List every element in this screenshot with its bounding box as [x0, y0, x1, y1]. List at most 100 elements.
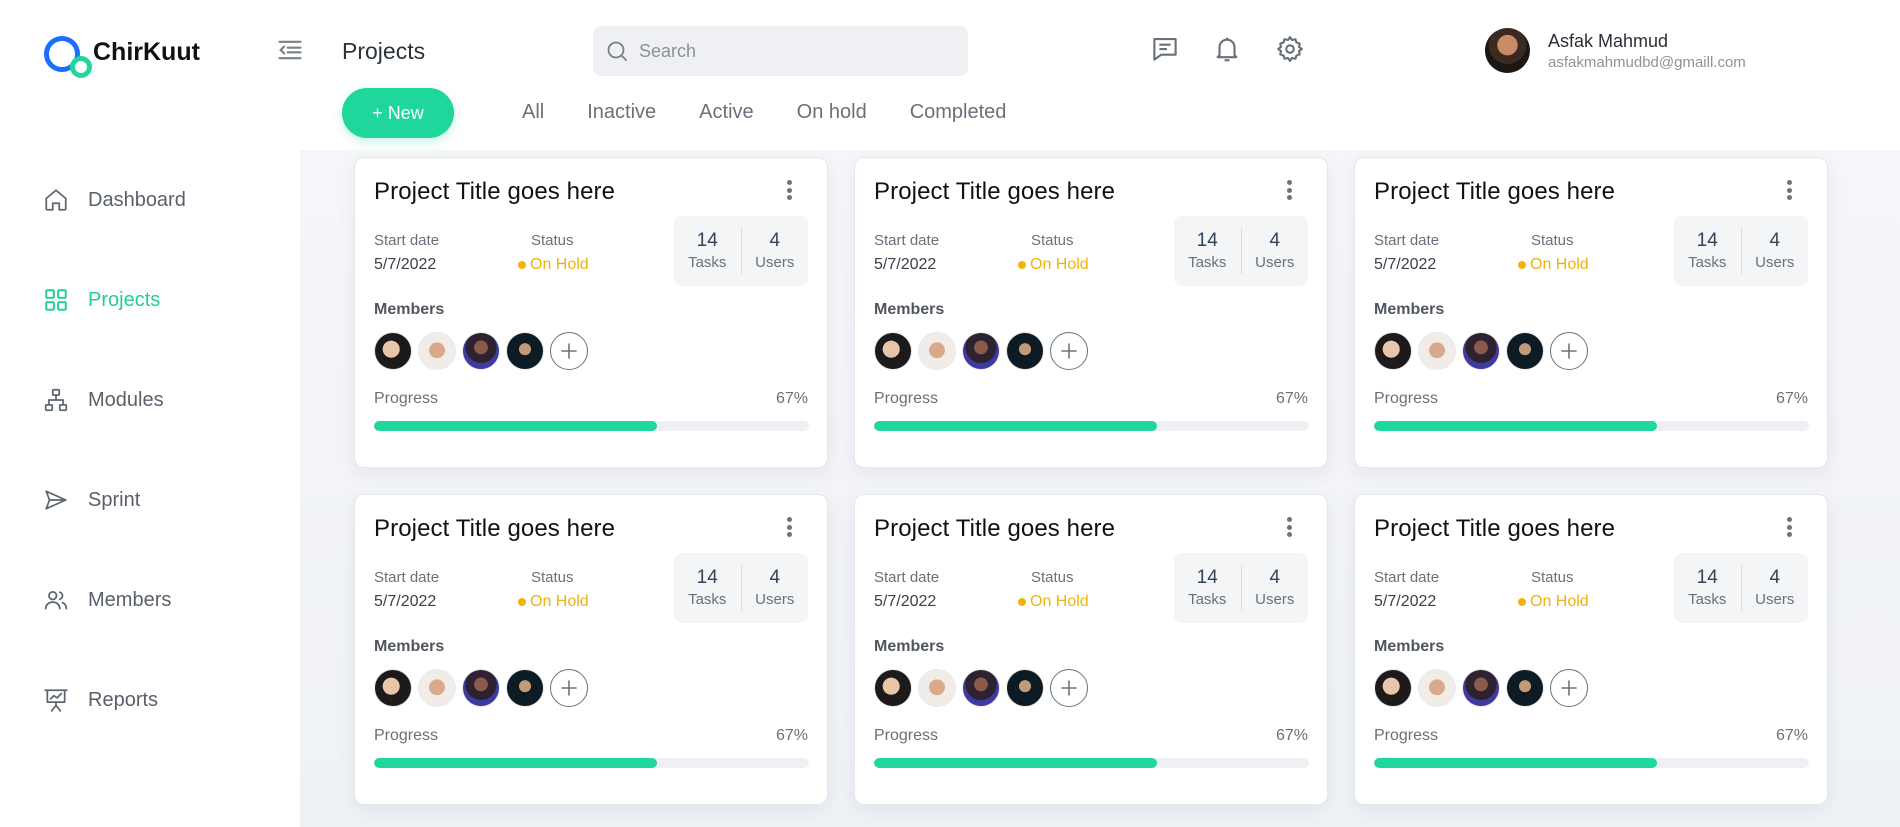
- member-avatar[interactable]: [1006, 669, 1044, 707]
- user-profile[interactable]: Asfak Mahmud asfakmahmudbd@gmaill.com: [1485, 28, 1746, 73]
- search-bar[interactable]: [593, 26, 968, 76]
- status-value: On Hold: [1530, 593, 1589, 610]
- progress-label: Progress: [374, 390, 439, 407]
- brand-name: ChirKuut: [93, 38, 200, 66]
- more-options-icon[interactable]: [1785, 515, 1793, 539]
- start-date-label: Start date: [1374, 569, 1440, 586]
- users-label: Users: [755, 254, 795, 271]
- tasks-stat: 14 Tasks: [1174, 216, 1241, 286]
- member-avatar[interactable]: [1506, 669, 1544, 707]
- members-label: Members: [374, 638, 445, 655]
- member-avatar[interactable]: [374, 332, 412, 370]
- sidebar-item-label: Dashboard: [88, 188, 186, 211]
- sidebar-item-sprint[interactable]: Sprint: [42, 450, 272, 550]
- menu-collapse-icon[interactable]: [276, 36, 304, 64]
- message-icon[interactable]: [1150, 34, 1180, 64]
- member-avatar[interactable]: [874, 669, 912, 707]
- sidebar-item-dashboard[interactable]: Dashboard: [42, 150, 272, 250]
- add-member-button[interactable]: [1550, 669, 1588, 707]
- gear-icon[interactable]: [1275, 34, 1305, 64]
- project-card[interactable]: Project Title goes here Start date 5/7/2…: [354, 157, 828, 468]
- status-value: On Hold: [530, 593, 589, 610]
- sidebar-item-label: Modules: [88, 388, 164, 411]
- member-avatar[interactable]: [918, 332, 956, 370]
- member-avatar[interactable]: [1462, 669, 1500, 707]
- member-avatar[interactable]: [1418, 332, 1456, 370]
- member-avatar[interactable]: [918, 669, 956, 707]
- progress-fill: [874, 421, 1157, 431]
- status-badge: On Hold: [1018, 593, 1089, 611]
- more-options-icon[interactable]: [1285, 515, 1293, 539]
- start-date-label: Start date: [874, 232, 940, 249]
- more-options-icon[interactable]: [785, 515, 793, 539]
- filter-tab-inactive[interactable]: Inactive: [587, 101, 656, 124]
- project-card[interactable]: Project Title goes here Start date 5/7/2…: [1354, 494, 1828, 805]
- tasks-count: 14: [1196, 230, 1218, 251]
- member-avatar[interactable]: [1418, 669, 1456, 707]
- status-label: Status: [531, 569, 574, 586]
- filter-tab-active[interactable]: Active: [699, 101, 753, 124]
- member-avatar[interactable]: [506, 332, 544, 370]
- status-filter-tabs: All Inactive Active On hold Completed: [522, 101, 1049, 124]
- member-avatar[interactable]: [1374, 332, 1412, 370]
- sidebar-item-reports[interactable]: Reports: [42, 650, 272, 750]
- member-avatar[interactable]: [1006, 332, 1044, 370]
- member-avatar[interactable]: [462, 669, 500, 707]
- add-member-button[interactable]: [550, 332, 588, 370]
- search-input[interactable]: [639, 40, 939, 62]
- tasks-stat: 14 Tasks: [1174, 553, 1241, 623]
- user-name: Asfak Mahmud: [1548, 30, 1669, 51]
- project-card[interactable]: Project Title goes here Start date 5/7/2…: [854, 157, 1328, 468]
- users-stat: 4 Users: [740, 228, 809, 274]
- member-avatar[interactable]: [962, 332, 1000, 370]
- tasks-stat: 14 Tasks: [674, 553, 741, 623]
- plus-icon: [1061, 343, 1077, 359]
- member-avatar[interactable]: [418, 332, 456, 370]
- sidebar-item-projects[interactable]: Projects: [42, 250, 272, 350]
- member-avatar[interactable]: [1374, 669, 1412, 707]
- start-date-label: Start date: [1374, 232, 1440, 249]
- sidebar-item-members[interactable]: Members: [42, 550, 272, 650]
- member-avatar[interactable]: [1506, 332, 1544, 370]
- add-member-button[interactable]: [1050, 669, 1088, 707]
- tasks-label: Tasks: [1188, 591, 1227, 608]
- status-badge: On Hold: [1518, 593, 1589, 611]
- bell-icon[interactable]: [1212, 34, 1242, 64]
- member-avatar[interactable]: [462, 332, 500, 370]
- user-email: asfakmahmudbd@gmaill.com: [1548, 53, 1746, 71]
- filter-tab-all[interactable]: All: [522, 101, 544, 124]
- add-member-button[interactable]: [1550, 332, 1588, 370]
- project-card[interactable]: Project Title goes here Start date 5/7/2…: [354, 494, 828, 805]
- filter-tab-completed[interactable]: Completed: [910, 101, 1007, 124]
- status-badge: On Hold: [1518, 256, 1589, 274]
- more-options-icon[interactable]: [1785, 178, 1793, 202]
- progress-label: Progress: [874, 390, 939, 407]
- new-project-button[interactable]: + New: [342, 88, 454, 138]
- more-options-icon[interactable]: [1285, 178, 1293, 202]
- project-card[interactable]: Project Title goes here Start date 5/7/2…: [854, 494, 1328, 805]
- users-count: 4: [769, 567, 781, 588]
- avatar[interactable]: [1485, 28, 1530, 73]
- add-member-button[interactable]: [550, 669, 588, 707]
- users-label: Users: [1255, 591, 1295, 608]
- send-icon: [42, 486, 70, 514]
- users-stat: 4 Users: [1740, 228, 1809, 274]
- member-avatar[interactable]: [418, 669, 456, 707]
- tasks-label: Tasks: [688, 254, 727, 271]
- members-label: Members: [1374, 301, 1445, 318]
- project-card[interactable]: Project Title goes here Start date 5/7/2…: [1354, 157, 1828, 468]
- grid-icon: [42, 286, 70, 314]
- member-avatar[interactable]: [1462, 332, 1500, 370]
- sidebar-item-modules[interactable]: Modules: [42, 350, 272, 450]
- member-avatar[interactable]: [962, 669, 1000, 707]
- member-avatar[interactable]: [374, 669, 412, 707]
- filter-tab-on-hold[interactable]: On hold: [797, 101, 867, 124]
- tasks-label: Tasks: [1188, 254, 1227, 271]
- add-member-button[interactable]: [1050, 332, 1088, 370]
- brand-logo[interactable]: ChirKuut: [44, 32, 200, 82]
- more-options-icon[interactable]: [785, 178, 793, 202]
- users-count: 4: [1269, 567, 1281, 588]
- member-avatar[interactable]: [506, 669, 544, 707]
- status-label: Status: [1031, 569, 1074, 586]
- member-avatar[interactable]: [874, 332, 912, 370]
